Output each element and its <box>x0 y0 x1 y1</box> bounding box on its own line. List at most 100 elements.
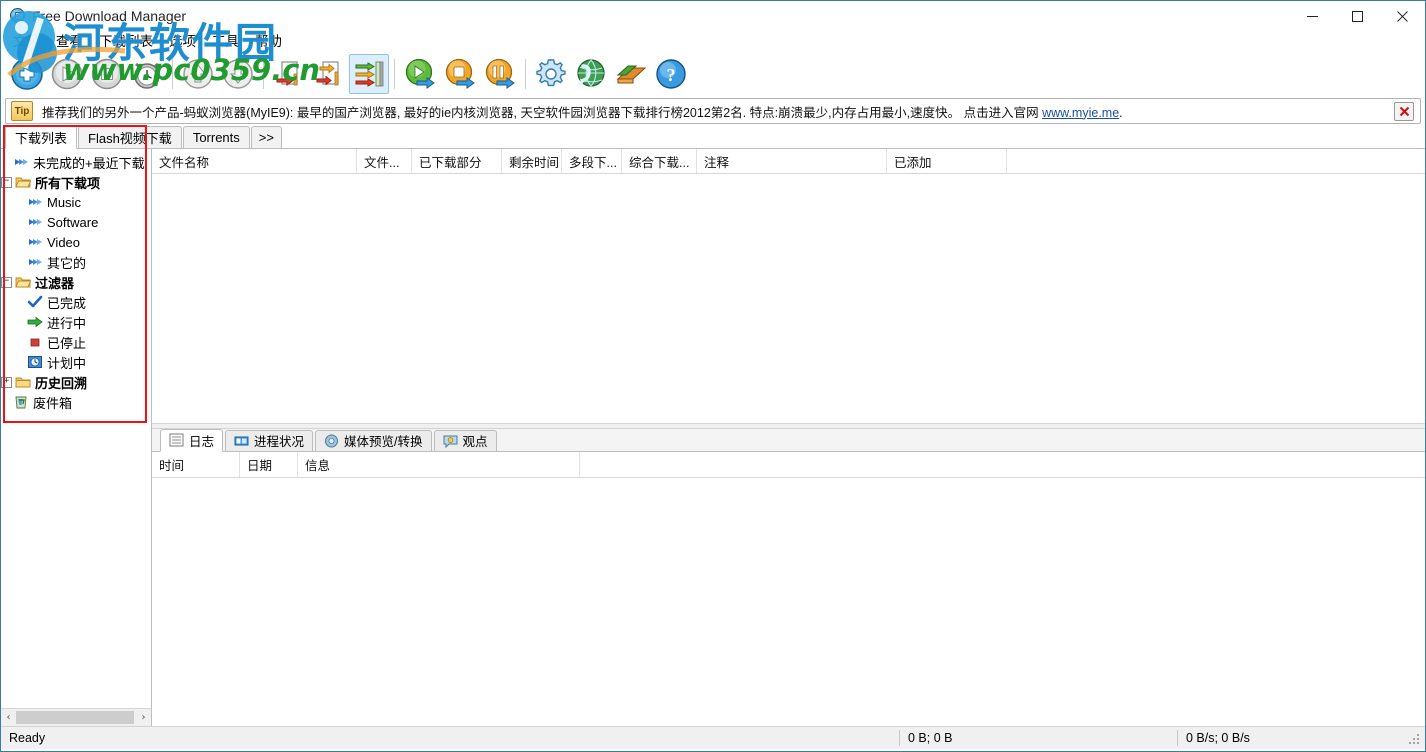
bottom-tab-label: 日志 <box>189 431 214 450</box>
tab-download-list[interactable]: 下载列表 <box>5 125 77 149</box>
queue-manager-button[interactable] <box>349 54 389 94</box>
resize-grip-icon[interactable] <box>1407 730 1423 746</box>
progress-icon <box>234 434 249 448</box>
delete-download-button[interactable] <box>269 54 309 94</box>
tab-more[interactable]: >> <box>251 126 282 148</box>
col-log-filler <box>580 452 1425 477</box>
tip-text: 推荐我们的另外一个产品-蚂蚁浏览器(MyIE9): 最早的国产浏览器, 最好的i… <box>42 102 1394 121</box>
tree-item-recycle-bin[interactable]: 废件箱 <box>1 392 151 412</box>
sidebar-tree: 未完成的+最近下载 − 所有下载项 Music <box>1 149 151 708</box>
question-mark-icon: ? <box>654 57 688 91</box>
tip-text-tail: . <box>1119 106 1122 120</box>
tab-torrents[interactable]: Torrents <box>183 126 250 148</box>
tip-link[interactable]: www.myie.me <box>1042 106 1119 120</box>
col-log-message[interactable]: 信息 <box>298 452 580 477</box>
settings-button[interactable] <box>531 54 571 94</box>
scrollbar-thumb[interactable] <box>16 711 134 724</box>
menu-tools[interactable]: 工具 <box>204 32 247 52</box>
close-icon[interactable] <box>1380 1 1425 31</box>
tree-item-history[interactable]: + 历史回溯 <box>1 372 151 392</box>
tree-item-label: 进行中 <box>47 313 86 332</box>
play-icon <box>50 57 84 91</box>
downloads-grid-body[interactable] <box>152 174 1425 423</box>
move-to-folder-button[interactable] <box>309 54 349 94</box>
site-explorer-button[interactable] <box>571 54 611 94</box>
help-button[interactable]: ? <box>651 54 691 94</box>
col-comment[interactable]: 注释 <box>697 149 887 173</box>
gear-icon <box>534 57 568 91</box>
stop-download-button[interactable] <box>87 54 127 94</box>
bottom-tab-comments[interactable]: 观点 <box>434 430 497 451</box>
queue-icon <box>352 57 386 91</box>
col-segments[interactable]: 多段下... <box>562 149 622 173</box>
application-window: Free Download Manager 文件 查看 下载列表 选项 工具 帮… <box>0 0 1426 752</box>
bottom-tab-label: 进程状况 <box>254 431 304 450</box>
folder-open-icon <box>15 274 31 290</box>
col-downloaded[interactable]: 已下载部分 <box>412 149 502 173</box>
folder-open-icon <box>15 174 31 190</box>
add-download-button[interactable] <box>7 54 47 94</box>
pause-all-button[interactable] <box>480 54 520 94</box>
sidebar-horizontal-scrollbar[interactable]: ‹ › <box>1 708 151 726</box>
bottom-tab-progress[interactable]: 进程状况 <box>225 430 313 451</box>
move-up-button[interactable] <box>178 54 218 94</box>
toolbar-separator <box>172 59 173 89</box>
tree-item-filters[interactable]: − 过滤器 <box>1 272 151 292</box>
tree-item-stopped[interactable]: 已停止 <box>1 332 151 352</box>
status-message: Ready <box>1 727 899 749</box>
scroll-left-arrow-icon[interactable]: ‹ <box>1 710 16 725</box>
tree-item-completed[interactable]: 已完成 <box>1 292 151 312</box>
tree-expander-minus[interactable]: − <box>1 277 12 288</box>
scrollbar-track[interactable] <box>16 710 136 725</box>
tree-expander-minus[interactable]: − <box>1 177 12 188</box>
col-filesize[interactable]: 文件... <box>357 149 412 173</box>
minimize-icon[interactable] <box>1290 1 1335 31</box>
tree-item-music[interactable]: Music <box>1 192 151 212</box>
tree-item-label: Video <box>47 235 80 250</box>
menu-view[interactable]: 查看 <box>48 32 91 52</box>
blue-check-icon <box>27 294 43 310</box>
tree-item-all-downloads[interactable]: − 所有下载项 <box>1 172 151 192</box>
stop-all-button[interactable] <box>440 54 480 94</box>
globe-icon <box>574 57 608 91</box>
col-time-left[interactable]: 剩余时间 <box>502 149 562 173</box>
red-square-icon <box>27 334 43 350</box>
blue-arrows-icon <box>27 254 43 270</box>
col-added[interactable]: 已添加 <box>887 149 1007 173</box>
start-all-button[interactable] <box>400 54 440 94</box>
move-down-button[interactable] <box>218 54 258 94</box>
blue-arrows-icon <box>27 194 43 210</box>
menu-downloads[interactable]: 下载列表 <box>91 32 161 52</box>
menu-help[interactable]: 帮助 <box>247 32 290 52</box>
maximize-icon[interactable] <box>1335 1 1380 31</box>
col-filename[interactable]: 文件名称 <box>152 149 357 173</box>
tree-item-label: 历史回溯 <box>35 373 87 392</box>
file-move-icon <box>312 57 346 91</box>
col-log-date[interactable]: 日期 <box>240 452 298 477</box>
tree-item-label: Music <box>47 195 81 210</box>
tree-item-in-progress[interactable]: 进行中 <box>1 312 151 332</box>
start-download-button[interactable] <box>47 54 87 94</box>
tree-expander-plus[interactable]: + <box>1 377 12 388</box>
bottom-tab-log[interactable]: 日志 <box>160 429 223 452</box>
bottom-tab-media-preview[interactable]: 媒体预览/转换 <box>315 430 431 451</box>
stop-all-icon <box>443 57 477 91</box>
tree-item-software[interactable]: Software <box>1 212 151 232</box>
menu-options[interactable]: 选项 <box>161 32 204 52</box>
col-log-time[interactable]: 时间 <box>152 452 240 477</box>
alarm-clock-icon <box>130 57 164 91</box>
history-book-button[interactable] <box>611 54 651 94</box>
tip-close-button[interactable] <box>1394 102 1414 121</box>
tree-item-other[interactable]: 其它的 <box>1 252 151 272</box>
tab-flash-video[interactable]: Flash视频下载 <box>78 126 182 148</box>
menu-file[interactable]: 文件 <box>5 32 48 52</box>
tree-item-video[interactable]: Video <box>1 232 151 252</box>
tree-item-unfinished-recent[interactable]: 未完成的+最近下载 <box>1 152 151 172</box>
right-pane: 文件名称 文件... 已下载部分 剩余时间 多段下... 综合下载... 注释 … <box>152 149 1425 726</box>
log-grid-body[interactable] <box>152 478 1425 727</box>
tree-item-scheduled[interactable]: 计划中 <box>1 352 151 372</box>
schedule-button[interactable] <box>127 54 167 94</box>
scroll-right-arrow-icon[interactable]: › <box>136 710 151 725</box>
fdm-logo-icon <box>9 7 27 25</box>
col-overall-progress[interactable]: 综合下载... <box>622 149 697 173</box>
